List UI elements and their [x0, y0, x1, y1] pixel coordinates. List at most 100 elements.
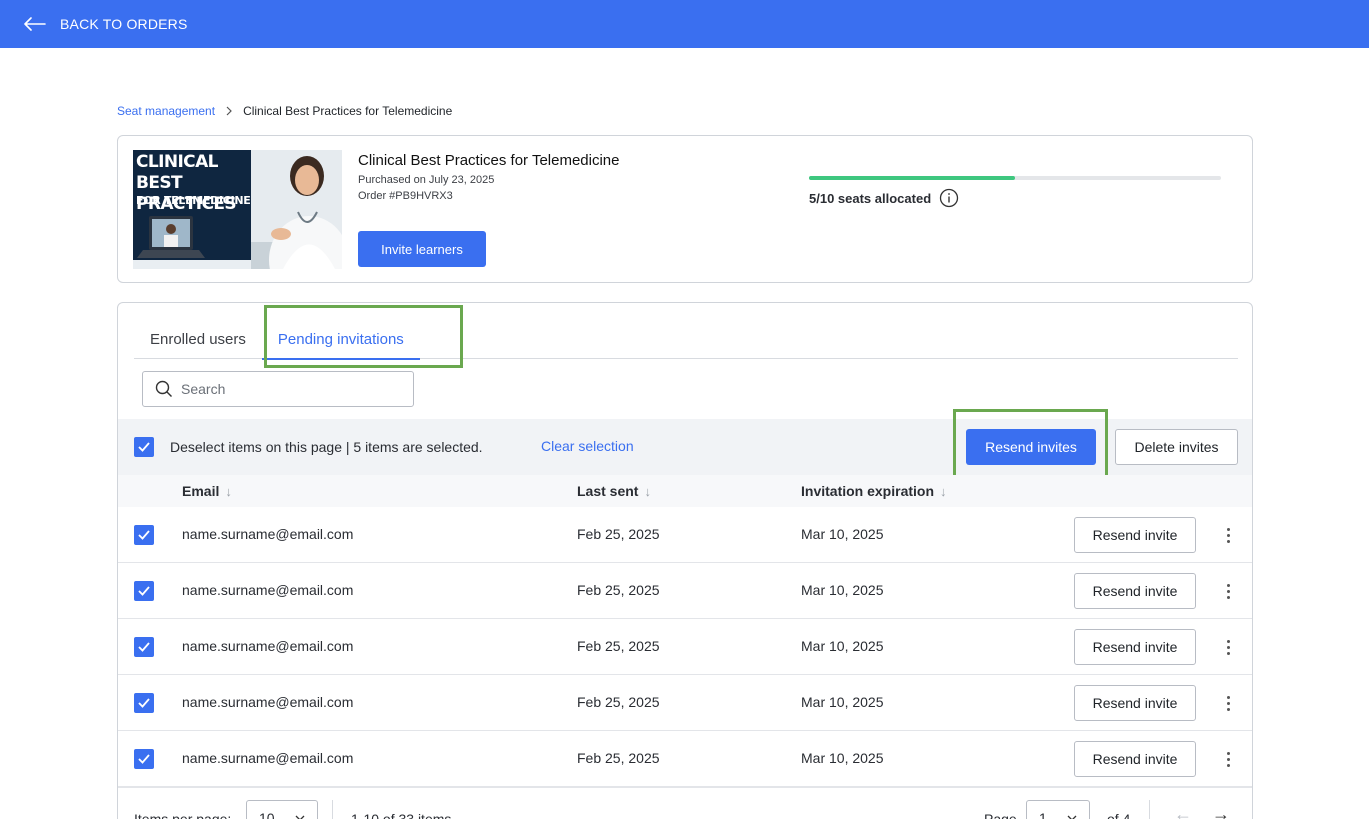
clear-selection-link[interactable]: Clear selection — [541, 438, 634, 454]
row-expiration: Mar 10, 2025 — [801, 694, 884, 710]
sort-arrow-icon: ↓ — [940, 483, 947, 499]
header-email-label: Email — [182, 483, 220, 499]
pagination-divider — [1149, 800, 1150, 819]
table-row: name.surname@email.com Feb 25, 2025 Mar … — [118, 619, 1252, 675]
pagination-divider — [332, 800, 333, 819]
header-expiration-label: Invitation expiration — [801, 483, 935, 499]
row-last-sent: Feb 25, 2025 — [577, 750, 660, 766]
checkmark-icon — [138, 642, 150, 652]
breadcrumb-seat-management[interactable]: Seat management — [117, 104, 215, 118]
select-all-checkbox[interactable] — [134, 437, 154, 457]
row-checkbox[interactable] — [134, 637, 154, 657]
tab-enrolled-users[interactable]: Enrolled users — [134, 319, 262, 359]
laptop-image — [133, 216, 251, 269]
seat-progress-bar — [809, 176, 1221, 180]
column-header-expiration[interactable]: Invitation expiration ↓ — [801, 483, 947, 499]
checkmark-icon — [138, 586, 150, 596]
row-last-sent: Feb 25, 2025 — [577, 582, 660, 598]
row-last-sent: Feb 25, 2025 — [577, 638, 660, 654]
items-per-page-value: 10 — [259, 810, 275, 819]
back-label: BACK TO ORDERS — [60, 16, 188, 32]
row-email: name.surname@email.com — [182, 526, 354, 542]
tab-bar: Enrolled users Pending invitations — [134, 319, 1238, 360]
breadcrumb: Seat management Clinical Best Practices … — [117, 104, 452, 118]
back-to-orders-link[interactable]: BACK TO ORDERS — [24, 16, 188, 32]
search-input[interactable] — [181, 381, 401, 397]
column-header-last-sent[interactable]: Last sent ↓ — [577, 483, 651, 499]
items-per-page-select[interactable]: 10 — [246, 800, 318, 819]
row-email: name.surname@email.com — [182, 638, 354, 654]
course-thumbnail: CLINICAL BEST PRACTICES FOR TELEMEDICINE — [133, 150, 342, 269]
search-icon — [155, 380, 172, 397]
more-options-icon[interactable] — [1218, 637, 1238, 657]
previous-page-icon[interactable]: ← — [1174, 804, 1192, 819]
row-checkbox[interactable] — [134, 693, 154, 713]
course-card: CLINICAL BEST PRACTICES FOR TELEMEDICINE… — [117, 135, 1253, 283]
column-header-email[interactable]: Email ↓ — [182, 483, 232, 499]
row-checkbox[interactable] — [134, 581, 154, 601]
row-expiration: Mar 10, 2025 — [801, 638, 884, 654]
sort-arrow-icon: ↓ — [644, 483, 651, 499]
table-row: name.surname@email.com Feb 25, 2025 Mar … — [118, 675, 1252, 731]
selection-bar: Deselect items on this page | 5 items ar… — [118, 419, 1252, 475]
table-row: name.surname@email.com Feb 25, 2025 Mar … — [118, 507, 1252, 563]
row-email: name.surname@email.com — [182, 694, 354, 710]
row-expiration: Mar 10, 2025 — [801, 750, 884, 766]
page-select[interactable]: 1 — [1026, 800, 1090, 819]
chevron-down-icon — [1067, 815, 1077, 819]
order-number: Order #PB9HVRX3 — [358, 190, 453, 202]
course-title: Clinical Best Practices for Telemedicine — [358, 152, 620, 169]
items-per-page-label: Items per page: — [134, 811, 232, 819]
arrow-left-icon — [24, 17, 46, 31]
row-resend-invite-button[interactable]: Resend invite — [1074, 517, 1196, 553]
pagination-bar: Items per page: 10 1-10 of 33 items Page… — [118, 787, 1252, 819]
chevron-down-icon — [295, 815, 305, 819]
table-row: name.surname@email.com Feb 25, 2025 Mar … — [118, 731, 1252, 787]
thumbnail-subtitle: FOR TELEMEDICINE — [136, 194, 251, 207]
invite-learners-button[interactable]: Invite learners — [358, 231, 486, 267]
sort-arrow-icon: ↓ — [225, 483, 232, 499]
course-info: Clinical Best Practices for Telemedicine… — [358, 152, 620, 204]
search-box[interactable] — [142, 371, 414, 407]
row-expiration: Mar 10, 2025 — [801, 526, 884, 542]
row-checkbox[interactable] — [134, 749, 154, 769]
row-expiration: Mar 10, 2025 — [801, 582, 884, 598]
breadcrumb-current: Clinical Best Practices for Telemedicine — [243, 104, 453, 118]
checkmark-icon — [138, 530, 150, 540]
header-last-sent-label: Last sent — [577, 483, 639, 499]
selection-status: Deselect items on this page | 5 items ar… — [170, 439, 483, 455]
delete-invites-button[interactable]: Delete invites — [1115, 429, 1238, 465]
invitations-panel: Enrolled users Pending invitations Desel… — [117, 302, 1253, 819]
seats-label: 5/10 seats allocated — [809, 190, 932, 206]
items-range: 1-10 of 33 items — [351, 811, 452, 819]
thumbnail-banner: CLINICAL BEST PRACTICES FOR TELEMEDICINE — [133, 150, 251, 269]
row-email: name.surname@email.com — [182, 750, 354, 766]
row-resend-invite-button[interactable]: Resend invite — [1074, 685, 1196, 721]
row-checkbox[interactable] — [134, 525, 154, 545]
table-header: Email ↓ Last sent ↓ Invitation expiratio… — [118, 475, 1252, 507]
top-bar: BACK TO ORDERS — [0, 0, 1369, 48]
seat-progress-fill — [809, 176, 1015, 180]
row-resend-invite-button[interactable]: Resend invite — [1074, 573, 1196, 609]
thumbnail-photo — [243, 150, 342, 269]
checkmark-icon — [138, 442, 150, 452]
purchase-date: Purchased on July 23, 2025 — [358, 174, 495, 186]
seat-allocation: 5/10 seats allocated — [809, 176, 1221, 208]
page-value: 1 — [1039, 810, 1047, 819]
row-resend-invite-button[interactable]: Resend invite — [1074, 629, 1196, 665]
more-options-icon[interactable] — [1218, 693, 1238, 713]
next-page-icon[interactable]: → — [1212, 804, 1230, 819]
more-options-icon[interactable] — [1218, 525, 1238, 545]
checkmark-icon — [138, 698, 150, 708]
row-last-sent: Feb 25, 2025 — [577, 694, 660, 710]
page-total: of 4 — [1107, 811, 1131, 819]
more-options-icon[interactable] — [1218, 749, 1238, 769]
row-resend-invite-button[interactable]: Resend invite — [1074, 741, 1196, 777]
tab-pending-invitations[interactable]: Pending invitations — [261, 319, 420, 360]
page-label: Page — [984, 811, 1017, 819]
checkmark-icon — [138, 754, 150, 764]
row-last-sent: Feb 25, 2025 — [577, 526, 660, 542]
info-icon[interactable] — [939, 188, 959, 208]
more-options-icon[interactable] — [1218, 581, 1238, 601]
resend-invites-button[interactable]: Resend invites — [966, 429, 1096, 465]
